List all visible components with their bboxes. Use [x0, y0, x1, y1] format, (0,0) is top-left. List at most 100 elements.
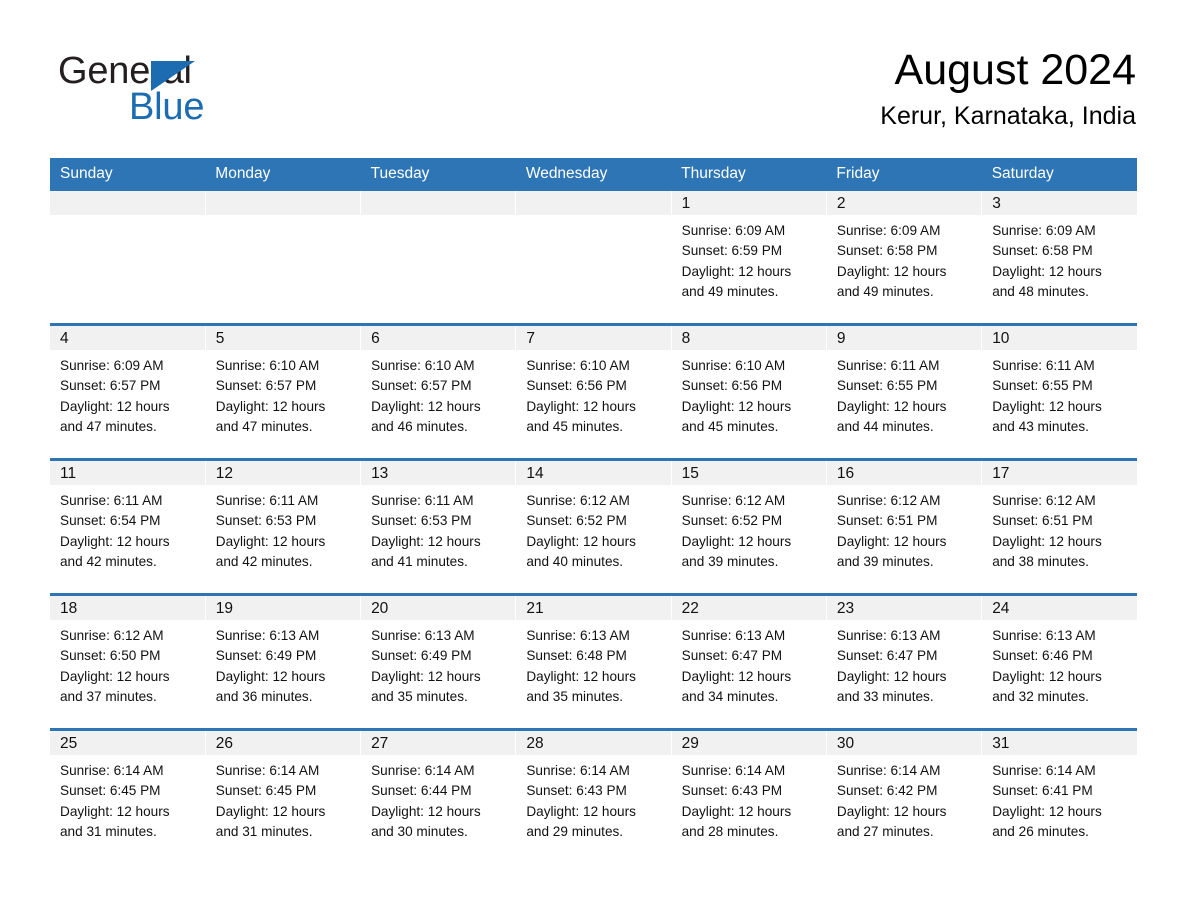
- sunrise-text: Sunrise: 6:13 AM: [681, 628, 786, 643]
- sunrise-text: Sunrise: 6:14 AM: [526, 763, 630, 778]
- sunset-text: Sunset: 6:45 PM: [60, 783, 161, 799]
- calendar-day-cell[interactable]: 19 Sunrise: 6:13 AM Sunset: 6:49 PM Dayligh…: [205, 593, 362, 730]
- day-number: 31: [982, 731, 1137, 755]
- day-details: Sunrise: 6:14 AM Sunset: 6:42 PM Daylight:…: [827, 755, 981, 842]
- day-number: [516, 191, 671, 215]
- generalblue-logo[interactable]: General Blue: [58, 52, 288, 130]
- day-cell-inner: 17 Sunrise: 6:12 AM Sunset: 6:51 PM Dayligh…: [982, 461, 1137, 593]
- calendar-day-cell[interactable]: 1 Sunrise: 6:09 AM Sunset: 6:59 PM Daylight…: [671, 191, 827, 325]
- day-number: 15: [671, 461, 826, 485]
- calendar-day-cell-empty: [50, 191, 206, 325]
- calendar-day-cell[interactable]: 11 Sunrise: 6:11 AM Sunset: 6:54 PM Dayligh…: [50, 458, 206, 595]
- sunset-text: Sunset: 6:55 PM: [992, 378, 1093, 394]
- calendar-day-cell[interactable]: 5 Sunrise: 6:10 AM Sunset: 6:57 PM Daylight…: [205, 323, 362, 460]
- calendar-day-cell[interactable]: 27 Sunrise: 6:14 AM Sunset: 6:44 PM Dayligh…: [360, 728, 517, 863]
- sunrise-text: Sunrise: 6:14 AM: [60, 763, 164, 778]
- calendar-day-cell[interactable]: 15 Sunrise: 6:12 AM Sunset: 6:52 PM Dayligh…: [671, 458, 827, 595]
- title-block: August 2024 Kerur, Karnataka, India: [880, 44, 1136, 132]
- daylight-text-line1: Daylight: 12 hours: [371, 803, 481, 819]
- daylight-text-line2: and 47 minutes.: [60, 418, 157, 434]
- daylight-text-line2: and 35 minutes.: [371, 688, 468, 704]
- daylight-text-line2: and 28 minutes.: [681, 823, 779, 839]
- calendar-day-cell[interactable]: 21 Sunrise: 6:13 AM Sunset: 6:48 PM Dayligh…: [515, 593, 672, 730]
- day-details: Sunrise: 6:11 AM Sunset: 6:54 PM Daylight:…: [50, 485, 205, 572]
- day-details: Sunrise: 6:09 AM Sunset: 6:57 PM Daylight:…: [50, 350, 205, 437]
- sunrise-text: Sunrise: 6:11 AM: [215, 493, 319, 508]
- day-details: Sunrise: 6:09 AM Sunset: 6:58 PM Daylight:…: [827, 215, 981, 302]
- day-details: Sunrise: 6:11 AM Sunset: 6:53 PM Daylight:…: [206, 485, 360, 572]
- calendar-day-cell[interactable]: 22 Sunrise: 6:13 AM Sunset: 6:47 PM Dayligh…: [671, 593, 827, 730]
- sunrise-text: Sunrise: 6:11 AM: [992, 358, 1095, 373]
- daylight-text-line2: and 36 minutes.: [215, 688, 313, 704]
- sunset-text: Sunset: 6:44 PM: [371, 783, 472, 799]
- day-number: 30: [826, 731, 982, 755]
- day-number: 28: [516, 731, 671, 755]
- daylight-text-line1: Daylight: 12 hours: [992, 668, 1102, 684]
- daylight-text-line2: and 31 minutes.: [60, 823, 157, 839]
- day-cell-inner: 4 Sunrise: 6:09 AM Sunset: 6:57 PM Daylight…: [50, 326, 205, 458]
- day-number: 7: [516, 326, 671, 350]
- calendar-day-cell[interactable]: 10 Sunrise: 6:11 AM Sunset: 6:55 PM Dayligh…: [981, 323, 1137, 460]
- sunrise-text: Sunrise: 6:12 AM: [836, 493, 941, 508]
- day-details: Sunrise: 6:14 AM Sunset: 6:43 PM Daylight:…: [516, 755, 670, 842]
- day-details: [516, 215, 670, 221]
- day-cell-inner: 25 Sunrise: 6:14 AM Sunset: 6:45 PM Dayligh…: [50, 731, 205, 863]
- daylight-text-line2: and 42 minutes.: [60, 553, 157, 569]
- day-cell-inner: 11 Sunrise: 6:11 AM Sunset: 6:54 PM Dayligh…: [50, 461, 205, 593]
- calendar-day-cell[interactable]: 31 Sunrise: 6:14 AM Sunset: 6:41 PM Dayligh…: [981, 728, 1137, 863]
- calendar-day-cell[interactable]: 24 Sunrise: 6:13 AM Sunset: 6:46 PM Dayligh…: [981, 593, 1137, 730]
- calendar-day-cell[interactable]: 6 Sunrise: 6:10 AM Sunset: 6:57 PM Daylight…: [360, 323, 517, 460]
- calendar-day-cell[interactable]: 30 Sunrise: 6:14 AM Sunset: 6:42 PM Dayligh…: [826, 728, 983, 863]
- calendar-day-cell[interactable]: 26 Sunrise: 6:14 AM Sunset: 6:45 PM Dayligh…: [205, 728, 362, 863]
- sunrise-text: Sunrise: 6:13 AM: [836, 628, 941, 643]
- day-cell-inner: 5 Sunrise: 6:10 AM Sunset: 6:57 PM Daylight…: [205, 326, 361, 458]
- sunrise-text: Sunrise: 6:14 AM: [836, 763, 941, 778]
- calendar-day-cell[interactable]: 13 Sunrise: 6:11 AM Sunset: 6:53 PM Dayligh…: [360, 458, 517, 595]
- day-number: 29: [671, 731, 826, 755]
- sunrise-text: Sunrise: 6:12 AM: [681, 493, 786, 508]
- calendar-day-cell[interactable]: 12 Sunrise: 6:11 AM Sunset: 6:53 PM Dayligh…: [205, 458, 362, 595]
- calendar-day-cell[interactable]: 4 Sunrise: 6:09 AM Sunset: 6:57 PM Daylight…: [50, 323, 206, 460]
- calendar-day-cell[interactable]: 8 Sunrise: 6:10 AM Sunset: 6:56 PM Daylight…: [671, 323, 827, 460]
- sunset-text: Sunset: 6:43 PM: [681, 783, 783, 799]
- day-number: 22: [671, 596, 826, 620]
- calendar-day-cell[interactable]: 17 Sunrise: 6:12 AM Sunset: 6:51 PM Dayligh…: [981, 458, 1137, 595]
- day-number: 9: [826, 326, 982, 350]
- day-number: 20: [361, 596, 516, 620]
- daylight-text-line2: and 43 minutes.: [992, 418, 1089, 434]
- sunset-text: Sunset: 6:57 PM: [215, 378, 317, 394]
- day-number: 8: [671, 326, 826, 350]
- day-number: 23: [826, 596, 982, 620]
- calendar-day-cell[interactable]: 28 Sunrise: 6:14 AM Sunset: 6:43 PM Dayligh…: [515, 728, 672, 863]
- day-cell-inner: 2 Sunrise: 6:09 AM Sunset: 6:58 PM Daylight…: [826, 191, 982, 323]
- sunset-text: Sunset: 6:47 PM: [681, 648, 783, 664]
- day-cell-inner: [205, 191, 361, 323]
- day-number: 6: [361, 326, 516, 350]
- day-details: Sunrise: 6:10 AM Sunset: 6:56 PM Daylight:…: [516, 350, 670, 437]
- weekday-header-friday: Friday: [826, 158, 982, 191]
- calendar-day-cell[interactable]: 2 Sunrise: 6:09 AM Sunset: 6:58 PM Daylight…: [826, 191, 983, 325]
- day-details: Sunrise: 6:13 AM Sunset: 6:46 PM Daylight:…: [982, 620, 1137, 707]
- calendar-day-cell[interactable]: 23 Sunrise: 6:13 AM Sunset: 6:47 PM Dayligh…: [826, 593, 983, 730]
- day-cell-inner: 26 Sunrise: 6:14 AM Sunset: 6:45 PM Dayligh…: [205, 731, 361, 863]
- weekday-header-saturday: Saturday: [981, 158, 1137, 191]
- calendar-day-cell[interactable]: 29 Sunrise: 6:14 AM Sunset: 6:43 PM Dayligh…: [671, 728, 827, 863]
- calendar-day-cell[interactable]: 25 Sunrise: 6:14 AM Sunset: 6:45 PM Dayligh…: [50, 728, 206, 863]
- calendar-day-cell[interactable]: 16 Sunrise: 6:12 AM Sunset: 6:51 PM Dayligh…: [826, 458, 983, 595]
- calendar-day-cell[interactable]: 14 Sunrise: 6:12 AM Sunset: 6:52 PM Dayligh…: [515, 458, 672, 595]
- calendar-day-cell[interactable]: 18 Sunrise: 6:12 AM Sunset: 6:50 PM Dayligh…: [50, 593, 206, 730]
- calendar-day-cell[interactable]: 7 Sunrise: 6:10 AM Sunset: 6:56 PM Daylight…: [515, 323, 672, 460]
- calendar-day-cell[interactable]: 9 Sunrise: 6:11 AM Sunset: 6:55 PM Daylight…: [826, 323, 983, 460]
- calendar-day-cell-empty: [205, 191, 362, 325]
- day-number: 24: [982, 596, 1137, 620]
- day-cell-inner: 1 Sunrise: 6:09 AM Sunset: 6:59 PM Daylight…: [671, 191, 826, 323]
- calendar-day-cell[interactable]: 3 Sunrise: 6:09 AM Sunset: 6:58 PM Daylight…: [981, 191, 1137, 325]
- sunset-text: Sunset: 6:49 PM: [371, 648, 472, 664]
- day-number: [50, 191, 205, 215]
- daylight-text-line1: Daylight: 12 hours: [60, 803, 170, 819]
- weekday-header-wednesday: Wednesday: [515, 158, 672, 191]
- calendar-day-cell[interactable]: 20 Sunrise: 6:13 AM Sunset: 6:49 PM Dayligh…: [360, 593, 517, 730]
- sunrise-text: Sunrise: 6:09 AM: [992, 223, 1096, 238]
- day-cell-inner: 29 Sunrise: 6:14 AM Sunset: 6:43 PM Dayligh…: [671, 731, 826, 863]
- day-number: 2: [826, 191, 982, 215]
